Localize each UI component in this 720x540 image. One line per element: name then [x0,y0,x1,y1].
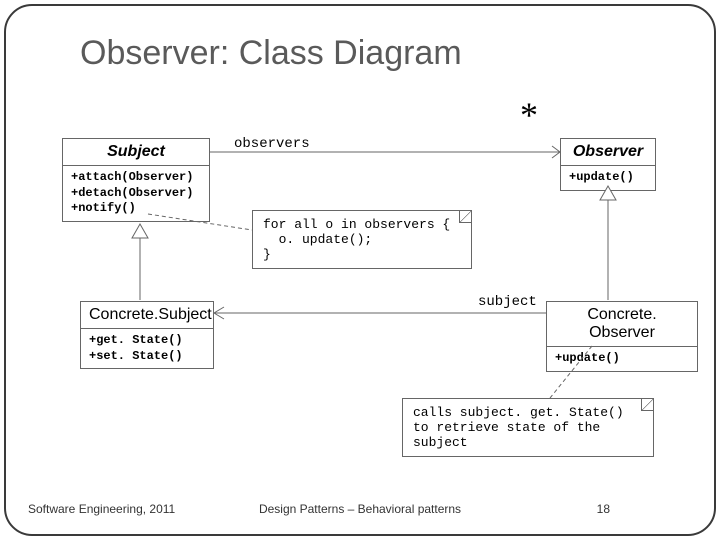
note-corner-icon [459,211,471,223]
multiplicity-star: * [520,94,538,136]
class-observer: Observer +update() [560,138,656,191]
class-concrete-observer-ops: +update() [547,347,697,371]
op: +attach(Observer) [71,170,201,186]
class-concrete-subject: Concrete.Subject +get. State() +set. Sta… [80,301,214,369]
note-line: for all o in observers { [263,217,461,232]
op: +detach(Observer) [71,186,201,202]
class-subject-name: Subject [63,139,209,166]
note-line: } [263,247,461,262]
class-concrete-subject-ops: +get. State() +set. State() [81,329,213,368]
class-subject-ops: +attach(Observer) +detach(Observer) +not… [63,166,209,221]
op: +set. State() [89,349,205,365]
class-observer-name: Observer [561,139,655,166]
note-line: o. update(); [263,232,461,247]
note-notify: for all o in observers { o. update(); } [252,210,472,269]
note-text: calls subject. get. State() to retrieve … [413,405,643,450]
op: +update() [569,170,647,186]
class-subject: Subject +attach(Observer) +detach(Observ… [62,138,210,222]
op: +get. State() [89,333,205,349]
footer-center: Design Patterns – Behavioral patterns [259,502,461,516]
class-concrete-observer: Concrete. Observer +update() [546,301,698,372]
footer-left: Software Engineering, 2011 [28,502,175,516]
class-concrete-subject-name: Concrete.Subject [81,302,213,329]
note-corner-icon [641,399,653,411]
note-update: calls subject. get. State() to retrieve … [402,398,654,457]
label-observers: observers [234,136,310,152]
slide-title: Observer: Class Diagram [80,34,462,73]
op: +update() [555,351,689,367]
class-concrete-observer-name: Concrete. Observer [547,302,697,347]
op: +notify() [71,201,201,217]
footer-page-number: 18 [597,502,610,516]
label-subject: subject [478,294,537,310]
class-observer-ops: +update() [561,166,655,190]
